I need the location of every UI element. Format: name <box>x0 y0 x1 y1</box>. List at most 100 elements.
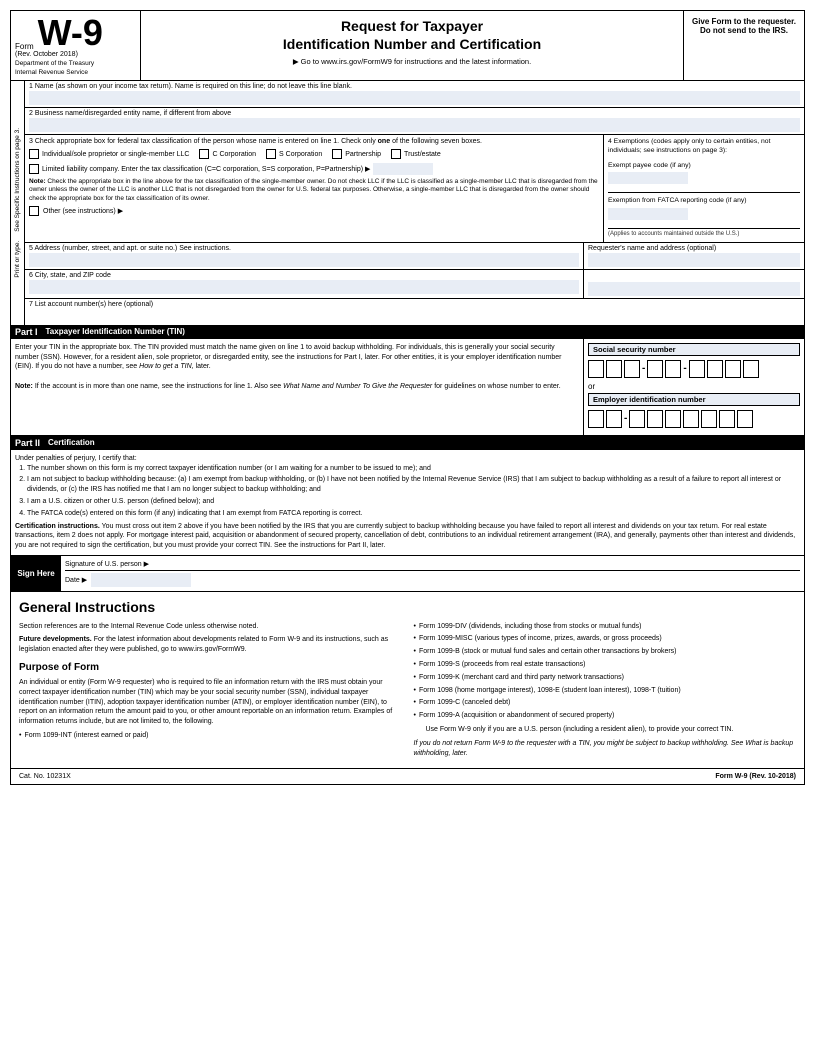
cert-item-4: The FATCA code(s) entered on this form (… <box>27 509 800 519</box>
right-bullet-0: • Form 1099-DIV (dividends, including th… <box>414 622 797 632</box>
exempt-payee-input[interactable] <box>608 172 688 184</box>
form-label: Form <box>15 42 34 51</box>
line1-input[interactable] <box>29 91 800 105</box>
ccorp-checkbox-box[interactable] <box>199 149 209 159</box>
bullet1: • Form 1099-INT (interest earned or paid… <box>19 731 402 741</box>
part1-left: Enter your TIN in the appropriate box. T… <box>11 339 584 435</box>
ein-box7[interactable] <box>701 410 717 428</box>
title-line2: Identification Number and Certification <box>145 35 679 53</box>
rev-date: (Rev. October 2018) <box>15 51 136 58</box>
ein-box5[interactable] <box>665 410 681 428</box>
ein-box3[interactable] <box>629 410 645 428</box>
llc-classification-input[interactable] <box>373 163 433 175</box>
requester-input[interactable] <box>588 253 800 267</box>
ein-box9[interactable] <box>737 410 753 428</box>
scorp-checkbox-box[interactable] <box>266 149 276 159</box>
llc-checkbox-box[interactable] <box>29 164 39 174</box>
header-left: Form W-9 (Rev. October 2018) Department … <box>11 11 141 80</box>
checkbox-trust[interactable]: Trust/estate <box>391 149 441 159</box>
ssn-dash2: - <box>683 363 686 374</box>
form-w9: Form W-9 (Rev. October 2018) Department … <box>10 10 805 785</box>
instr-title: General Instructions <box>19 598 796 618</box>
sig-label: Signature of U.S. person ▶ <box>65 560 800 571</box>
ssn-box6[interactable] <box>689 360 705 378</box>
checkbox-partnership[interactable]: Partnership <box>332 149 381 159</box>
line5-container: 5 Address (number, street, and apt. or s… <box>25 243 804 270</box>
part2-header: Part II Certification <box>11 436 804 450</box>
italic-text: If you do not return Form W-9 to the req… <box>414 739 797 759</box>
cert-instructions: Certification instructions. You must cro… <box>15 522 800 551</box>
line7-label: 7 List account number(s) here (optional) <box>29 301 800 308</box>
instr-future: Future developments. For the latest info… <box>19 635 402 655</box>
purpose-text: An individual or entity (Form W-9 reques… <box>19 678 402 727</box>
partnership-checkbox-box[interactable] <box>332 149 342 159</box>
exempt-payee: Exempt payee code (if any) <box>608 162 800 189</box>
other-checkbox-box[interactable] <box>29 206 39 216</box>
line5-left: 5 Address (number, street, and apt. or s… <box>25 243 584 269</box>
line2-field: 2 Business name/disregarded entity name,… <box>25 108 804 135</box>
ein-box6[interactable] <box>683 410 699 428</box>
llc-row: Limited liability company. Enter the tax… <box>29 163 599 175</box>
footer: Cat. No. 10231X Form W-9 (Rev. 10-2018) <box>11 768 804 784</box>
ein-label: Employer identification number <box>588 393 800 406</box>
instr-columns: Section references are to the Internal R… <box>19 622 796 763</box>
sidebar: Print or type. See Specific Instructions… <box>11 81 25 325</box>
dept2: Internal Revenue Service <box>15 69 136 76</box>
ssn-boxes: - - <box>588 360 800 378</box>
note-text: Note: Check the appropriate box in the l… <box>29 178 599 203</box>
ssn-box4[interactable] <box>647 360 663 378</box>
right-bullet-6: • Form 1099-C (canceled debt) <box>414 698 797 708</box>
ssn-box7[interactable] <box>707 360 723 378</box>
part1-header: Part I Taxpayer Identification Number (T… <box>11 325 804 339</box>
form-header: Form W-9 (Rev. October 2018) Department … <box>11 11 804 81</box>
cert-item-1: The number shown on this form is my corr… <box>27 464 800 474</box>
instr-intro: Section references are to the Internal R… <box>19 622 402 632</box>
individual-checkbox-box[interactable] <box>29 149 39 159</box>
ein-box1[interactable] <box>588 410 604 428</box>
date-label: Date ▶ <box>65 576 87 584</box>
ssn-box2[interactable] <box>606 360 622 378</box>
right-bullet-4: • Form 1099-K (merchant card and third p… <box>414 673 797 683</box>
ein-box8[interactable] <box>719 410 735 428</box>
instr-col-right: • Form 1099-DIV (dividends, including th… <box>414 622 797 763</box>
ssn-label: Social security number <box>588 343 800 356</box>
ssn-box8[interactable] <box>725 360 741 378</box>
ssn-box3[interactable] <box>624 360 640 378</box>
ssn-box9[interactable] <box>743 360 759 378</box>
checkbox-c-corp[interactable]: C Corporation <box>199 149 256 159</box>
fatca-input[interactable] <box>608 208 688 220</box>
form-body: 1 Name (as shown on your income tax retu… <box>25 81 804 325</box>
part2-content: Under penalties of perjury, I certify th… <box>11 450 804 556</box>
trust-checkbox-box[interactable] <box>391 149 401 159</box>
sign-content: Signature of U.S. person ▶ Date ▶ <box>61 556 804 591</box>
line5-input[interactable] <box>29 253 579 267</box>
fatca-note: (Applies to accounts maintained outside … <box>608 228 800 239</box>
checkbox-s-corp[interactable]: S Corporation <box>266 149 322 159</box>
line7-input[interactable] <box>29 309 800 323</box>
general-instructions: General Instructions Section references … <box>11 592 804 768</box>
line1-field: 1 Name (as shown on your income tax retu… <box>25 81 804 108</box>
sidebar-print: Print or type. <box>14 241 21 278</box>
ssn-box1[interactable] <box>588 360 604 378</box>
ssn-box5[interactable] <box>665 360 681 378</box>
requester-input2[interactable] <box>588 282 800 296</box>
checkboxes-row: Individual/sole proprietor or single-mem… <box>29 149 599 159</box>
line3-container: 3 Check appropriate box for federal tax … <box>25 135 804 243</box>
line2-label: 2 Business name/disregarded entity name,… <box>29 110 800 117</box>
date-area: Date ▶ <box>65 573 800 587</box>
part1-note-bold: Note: <box>15 383 33 390</box>
line1-label: 1 Name (as shown on your income tax retu… <box>29 83 800 90</box>
part1-right: Social security number - - or Employer i… <box>584 339 804 435</box>
line6-input[interactable] <box>29 280 579 294</box>
date-input[interactable] <box>91 573 191 587</box>
purpose-title: Purpose of Form <box>19 661 402 675</box>
ein-box2[interactable] <box>606 410 622 428</box>
form-id: Form W-9 (Rev. 10-2018) <box>715 773 796 780</box>
cert-item-2: I am not subject to backup withholding b… <box>27 475 800 495</box>
line6-right <box>584 270 804 298</box>
ein-dash: - <box>624 413 627 424</box>
checkbox-individual[interactable]: Individual/sole proprietor or single-mem… <box>29 149 189 159</box>
line6-container: 6 City, state, and ZIP code <box>25 270 804 299</box>
line2-input[interactable] <box>29 118 800 132</box>
ein-box4[interactable] <box>647 410 663 428</box>
